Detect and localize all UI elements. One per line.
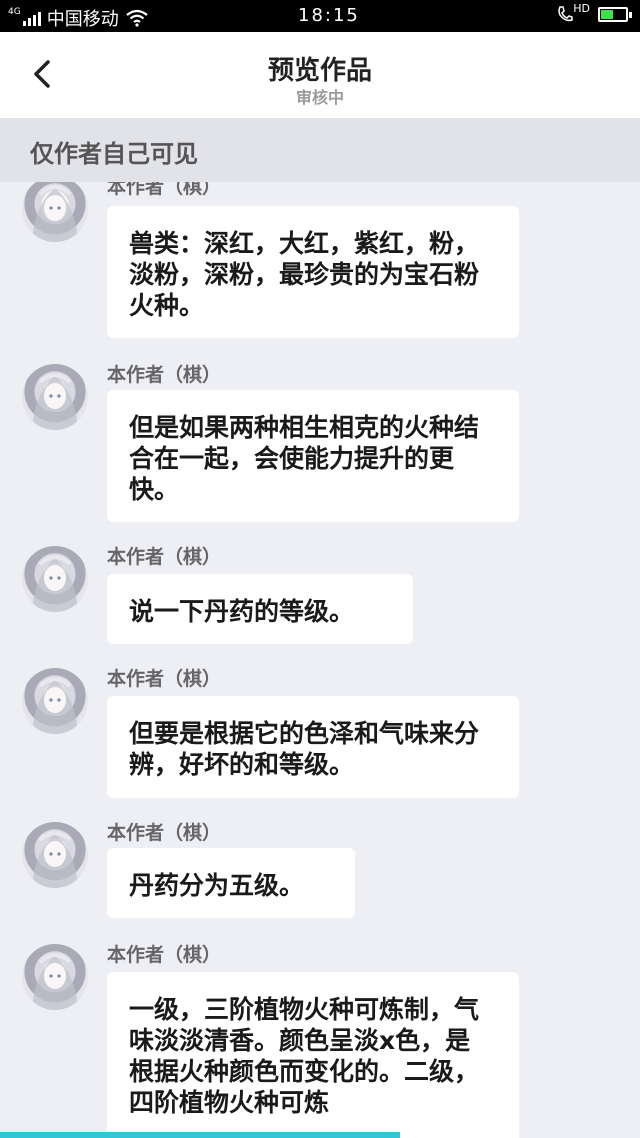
status-right: HD: [557, 1, 632, 23]
author-name: 本作者（棋）: [107, 364, 222, 386]
author-name: 本作者（棋）: [107, 546, 222, 568]
network-type: 4G: [8, 7, 21, 17]
author-name: 本作者（棋）: [107, 182, 222, 198]
header: 预览作品 审核中: [0, 32, 640, 118]
avatar[interactable]: [22, 364, 88, 430]
battery-icon: [598, 6, 632, 22]
author-name: 本作者（棋）: [107, 668, 222, 690]
avatar[interactable]: [22, 944, 88, 1010]
avatar[interactable]: [22, 822, 88, 888]
status-left: 4G 中国移动: [8, 5, 149, 31]
message-bubble[interactable]: 丹药分为五级。: [107, 848, 355, 918]
carrier-name: 中国移动: [46, 9, 119, 30]
wifi-icon: [126, 9, 148, 27]
visibility-notice-text: 仅作者自己可见: [30, 140, 198, 168]
author-name: 本作者（棋）: [107, 822, 222, 844]
status-bar: 4G 中国移动 18:15 HD: [0, 0, 640, 32]
signal-icon: [22, 10, 41, 26]
avatar[interactable]: [22, 182, 88, 242]
visibility-notice: 仅作者自己可见: [0, 118, 640, 182]
message-bubble[interactable]: 兽类：深红，大红，紫红，粉，淡粉，深粉，最珍贵的为宝石粉火种。: [107, 206, 519, 338]
review-status: 审核中: [295, 88, 344, 107]
scroll-progress-bar: [0, 1132, 400, 1138]
message-bubble[interactable]: 但要是根据它的色泽和气味来分辨，好坏的和等级。: [107, 696, 519, 798]
avatar[interactable]: [22, 546, 88, 612]
clock: 18:15: [298, 5, 360, 26]
author-name: 本作者（棋）: [107, 944, 222, 966]
hd-call-icon: HD: [557, 1, 590, 23]
page-title: 预览作品: [267, 56, 372, 86]
message-bubble[interactable]: 但是如果两种相生相克的火种结合在一起，会使能力提升的更快。: [107, 390, 519, 522]
hd-label: HD: [573, 1, 590, 15]
message-bubble[interactable]: 一级，三阶植物火种可炼制，气味淡淡清香。颜色呈淡x色，是根据火种颜色而变化的。二…: [107, 972, 519, 1138]
avatar[interactable]: [22, 668, 88, 734]
message-list[interactable]: 本作者（棋） 兽类：深红，大红，紫红，粉，淡粉，深粉，最珍贵的为宝石粉火种。 本…: [0, 182, 640, 1138]
message-bubble[interactable]: 说一下丹药的等级。: [107, 574, 413, 644]
